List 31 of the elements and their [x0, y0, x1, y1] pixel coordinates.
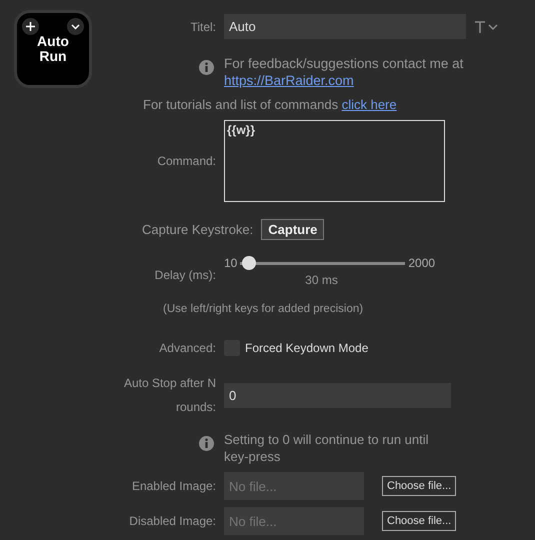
choose-file-button[interactable]: Choose file... — [382, 476, 456, 496]
hint-text: (Use left/right keys for added precision) — [162, 303, 364, 315]
title-field[interactable]: Auto — [224, 14, 466, 39]
key-tile[interactable]: Auto Run — [14, 10, 92, 88]
field-label: Delay (ms): — [154, 267, 217, 282]
field-label: Advanced: — [158, 341, 217, 355]
info-text: Setting to 0 will continue to run until key-press — [224, 431, 430, 465]
link[interactable]: https://BarRaider.com — [224, 73, 354, 88]
slider-thumb[interactable] — [242, 256, 256, 270]
file-field[interactable]: No file... — [224, 472, 364, 500]
tutorial-text: For tutorials and list of commands click here — [142, 97, 398, 112]
slider-max: 2000 — [408, 256, 436, 270]
link[interactable]: click here — [342, 97, 397, 112]
info-text: For feedback/suggestions contact me at https://BarRaider.com — [224, 55, 464, 89]
file-field[interactable]: No file... — [224, 507, 364, 535]
checkbox-label: Forced Keydown Mode — [245, 341, 368, 355]
capture-button[interactable]: Capture — [261, 219, 324, 240]
field-label: Command: — [156, 154, 217, 168]
text-format-icon[interactable] — [474, 20, 500, 32]
rounds-field[interactable]: 0 — [224, 382, 451, 408]
field-label: Enabled Image: — [130, 479, 217, 493]
choose-file-button[interactable]: Choose file... — [382, 511, 456, 531]
field-label: Disabled Image: — [128, 514, 217, 528]
slider-value: 30 ms — [304, 273, 339, 287]
field-label: Auto Stop after N rounds: — [122, 375, 217, 416]
command-field[interactable]: {{w}} — [224, 120, 445, 202]
field-label: Capture Keystroke: — [142, 222, 254, 237]
info-icon — [199, 60, 214, 75]
info-icon — [199, 436, 214, 451]
slider-min: 10 — [224, 256, 238, 270]
field-label: Titel: — [189, 20, 217, 34]
